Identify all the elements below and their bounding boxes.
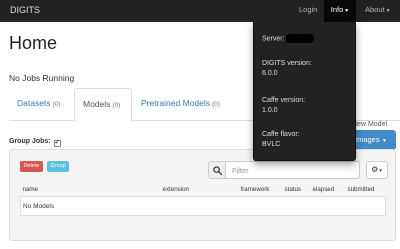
jobs-status-text: No Jobs Running: [9, 73, 75, 83]
search-addon: [208, 161, 226, 179]
tab-label: Pretrained Models: [141, 98, 210, 108]
tab-count: (0): [52, 101, 61, 108]
server-label: Server:: [262, 35, 285, 43]
about-menu-toggle[interactable]: About▼: [365, 5, 391, 14]
caffe-flavor-value: BVLC: [262, 141, 281, 148]
caret-down-icon: ▼: [385, 8, 391, 14]
new-images-model-button[interactable]: Images ▼: [352, 130, 396, 150]
caffe-version-label: Caffe version:: [262, 97, 306, 104]
tab-models[interactable]: Models (0): [74, 88, 132, 122]
column-header-name[interactable]: name: [20, 184, 161, 197]
caffe-version-value: 1.0.0: [262, 107, 278, 114]
column-header-status[interactable]: status: [282, 184, 311, 197]
server-info: Server:: [262, 34, 314, 44]
brand-link[interactable]: DIGITS: [10, 5, 40, 15]
images-button-label: Images: [355, 135, 380, 144]
group-jobs-checkbox[interactable]: ✓: [53, 140, 61, 147]
settings-menu-button[interactable]: ⚙▼: [366, 161, 388, 179]
group-button[interactable]: Group: [47, 161, 69, 172]
about-menu-label: About: [365, 5, 385, 14]
column-header-extension[interactable]: extension: [160, 184, 239, 197]
digits-version-info: DIGITS version: 6.0.0: [262, 59, 312, 79]
digits-version-value: 6.0.0: [262, 70, 278, 77]
filter-input[interactable]: [225, 161, 360, 179]
tab-label: Datasets: [17, 98, 51, 108]
caffe-flavor-label: Caffe flavor:: [262, 131, 300, 138]
tab-datasets[interactable]: Datasets (0): [9, 88, 73, 121]
tab-label: Models: [83, 99, 111, 109]
tab-count: (0): [211, 101, 220, 108]
page-title: Home: [9, 33, 58, 53]
column-header-submitted[interactable]: submitted: [345, 184, 386, 197]
table-header-row: name extension framework status elapsed …: [20, 184, 386, 197]
group-jobs-label: Group Jobs:: [9, 138, 51, 145]
caffe-version-info: Caffe version: 1.0.0: [262, 96, 305, 116]
column-header-elapsed[interactable]: elapsed: [310, 184, 346, 197]
group-jobs-toggle: Group Jobs: ✓: [9, 138, 61, 147]
redacted-server-name: [285, 34, 314, 43]
caret-down-icon: ▼: [344, 8, 350, 14]
column-header-framework[interactable]: framework: [238, 184, 283, 197]
models-panel: Delete Group ⚙▼ name extension framework…: [9, 149, 396, 241]
caffe-flavor-info: Caffe flavor: BVLC: [262, 130, 300, 150]
digits-version-label: DIGITS version:: [262, 60, 312, 67]
delete-button[interactable]: Delete: [20, 161, 43, 172]
info-menu-toggle[interactable]: Info▼: [324, 0, 356, 22]
table-row: No Models: [20, 196, 386, 216]
models-table: name extension framework status elapsed …: [20, 184, 386, 216]
login-link[interactable]: Login: [299, 5, 317, 14]
navbar: DIGITS Login Info▼ About▼: [0, 0, 400, 22]
search-icon: [213, 166, 222, 175]
info-menu-label: Info: [330, 5, 344, 14]
caret-down-icon: ▼: [380, 138, 387, 144]
new-model-label: New Model: [352, 121, 388, 128]
tab-count: (0): [112, 102, 121, 109]
caret-down-icon: ▼: [378, 168, 383, 173]
info-dropdown-menu: Server: DIGITS version: 6.0.0 Caffe vers…: [253, 22, 356, 161]
empty-table-message: No Models: [20, 196, 386, 216]
